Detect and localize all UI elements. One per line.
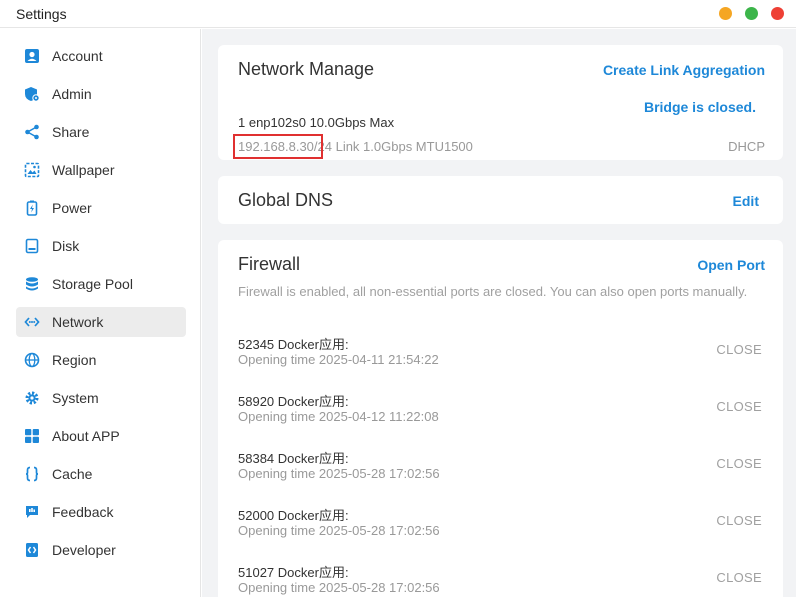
minimize-button[interactable] (719, 7, 732, 20)
sidebar-item-label: Region (52, 352, 97, 368)
sidebar-item-label: System (52, 390, 99, 406)
dhcp-mode: DHCP (728, 139, 765, 154)
network-manage-title: Network Manage (238, 59, 375, 79)
gear-icon (25, 391, 39, 405)
share-icon (25, 124, 39, 140)
globe-icon (24, 352, 40, 368)
close-port-button[interactable]: CLOSE (716, 399, 762, 414)
port-open-time: Opening time 2025-04-12 11:22:08 (238, 409, 439, 424)
sidebar-item-system[interactable]: System (16, 383, 186, 413)
sidebar-item-about-app[interactable]: About APP (16, 421, 186, 451)
developer-icon (26, 543, 38, 557)
apps-icon (25, 429, 39, 443)
bridge-status-link[interactable]: Bridge is closed. (644, 99, 756, 115)
storage-pool-icon (26, 277, 38, 291)
sidebar-item-label: Account (52, 48, 103, 64)
sidebar-item-share[interactable]: Share (16, 117, 186, 147)
network-icon (24, 317, 40, 327)
sidebar-item-wallpaper[interactable]: Wallpaper (16, 155, 186, 185)
disk-icon (25, 238, 39, 254)
network-manage-card: Network Manage Create Link Aggregation 1… (218, 45, 783, 160)
admin-icon (25, 87, 40, 102)
braces-icon (25, 466, 39, 482)
create-link-aggregation-button[interactable]: Create Link Aggregation (603, 62, 765, 78)
port-title: 52000 Docker应用: (238, 508, 349, 523)
sidebar-item-label: Wallpaper (52, 162, 115, 178)
port-title: 58920 Docker应用: (238, 394, 349, 409)
close-port-button[interactable]: CLOSE (716, 570, 762, 585)
sidebar-item-label: Disk (52, 238, 80, 254)
port-row: 52345 Docker应用: Opening time 2025-04-11 … (238, 334, 768, 374)
sidebar-item-disk[interactable]: Disk (16, 231, 186, 261)
sidebar-item-label: Storage Pool (52, 276, 133, 292)
port-row: 52000 Docker应用: Opening time 2025-05-28 … (238, 505, 768, 545)
open-port-button[interactable]: Open Port (697, 257, 765, 273)
ip-highlight-box (233, 134, 323, 159)
sidebar: Account Admin Share Wallpaper Power Disk… (0, 29, 201, 597)
firewall-description: Firewall is enabled, all non-essential p… (238, 284, 748, 299)
sidebar-item-developer[interactable]: Developer (16, 535, 186, 565)
sidebar-item-region[interactable]: Region (16, 345, 186, 375)
sidebar-item-label: Feedback (52, 504, 114, 520)
close-port-button[interactable]: CLOSE (716, 456, 762, 471)
sidebar-item-label: Developer (52, 542, 116, 558)
sidebar-item-label: Network (52, 314, 104, 330)
maximize-button[interactable] (745, 7, 758, 20)
wallpaper-icon (24, 162, 40, 178)
global-dns-card: Global DNS Edit (218, 176, 783, 224)
global-dns-title: Global DNS (238, 190, 334, 210)
sidebar-item-network[interactable]: Network (16, 307, 186, 337)
port-open-time: Opening time 2025-05-28 17:02:56 (238, 523, 440, 538)
title-bar: Settings (0, 0, 796, 28)
sidebar-item-feedback[interactable]: Feedback (16, 497, 186, 527)
sidebar-item-label: Share (52, 124, 90, 140)
close-window-button[interactable] (771, 7, 784, 20)
power-icon (26, 200, 38, 216)
port-title: 52345 Docker应用: (238, 337, 349, 352)
close-port-button[interactable]: CLOSE (716, 513, 762, 528)
firewall-title: Firewall (238, 254, 301, 274)
feedback-icon (26, 506, 38, 518)
port-row: 58384 Docker应用: Opening time 2025-05-28 … (238, 448, 768, 488)
sidebar-item-cache[interactable]: Cache (16, 459, 186, 489)
sidebar-item-label: Cache (52, 466, 93, 482)
port-open-time: Opening time 2025-04-11 21:54:22 (238, 352, 439, 367)
port-row: 51027 Docker应用: Opening time 2025-05-28 … (238, 562, 768, 597)
edit-dns-button[interactable]: Edit (733, 193, 759, 209)
sidebar-item-admin[interactable]: Admin (16, 79, 186, 109)
sidebar-item-label: About APP (52, 428, 120, 444)
sidebar-item-power[interactable]: Power (16, 193, 186, 223)
sidebar-item-account[interactable]: Account (16, 41, 186, 71)
window-title: Settings (16, 6, 67, 22)
port-open-time: Opening time 2025-05-28 17:02:56 (238, 466, 440, 481)
port-row: 58920 Docker应用: Opening time 2025-04-12 … (238, 391, 768, 431)
port-title: 58384 Docker应用: (238, 451, 349, 466)
main-content: Network Manage Create Link Aggregation 1… (202, 29, 796, 597)
port-open-time: Opening time 2025-05-28 17:02:56 (238, 580, 440, 595)
firewall-card: Firewall Open Port Firewall is enabled, … (218, 240, 783, 597)
port-title: 51027 Docker应用: (238, 565, 349, 580)
account-icon (25, 49, 39, 63)
nic-name: 1 enp102s0 10.0Gbps Max (238, 115, 395, 130)
close-port-button[interactable]: CLOSE (716, 342, 762, 357)
sidebar-item-label: Power (52, 200, 92, 216)
sidebar-item-storage-pool[interactable]: Storage Pool (16, 269, 186, 299)
sidebar-item-label: Admin (52, 86, 92, 102)
